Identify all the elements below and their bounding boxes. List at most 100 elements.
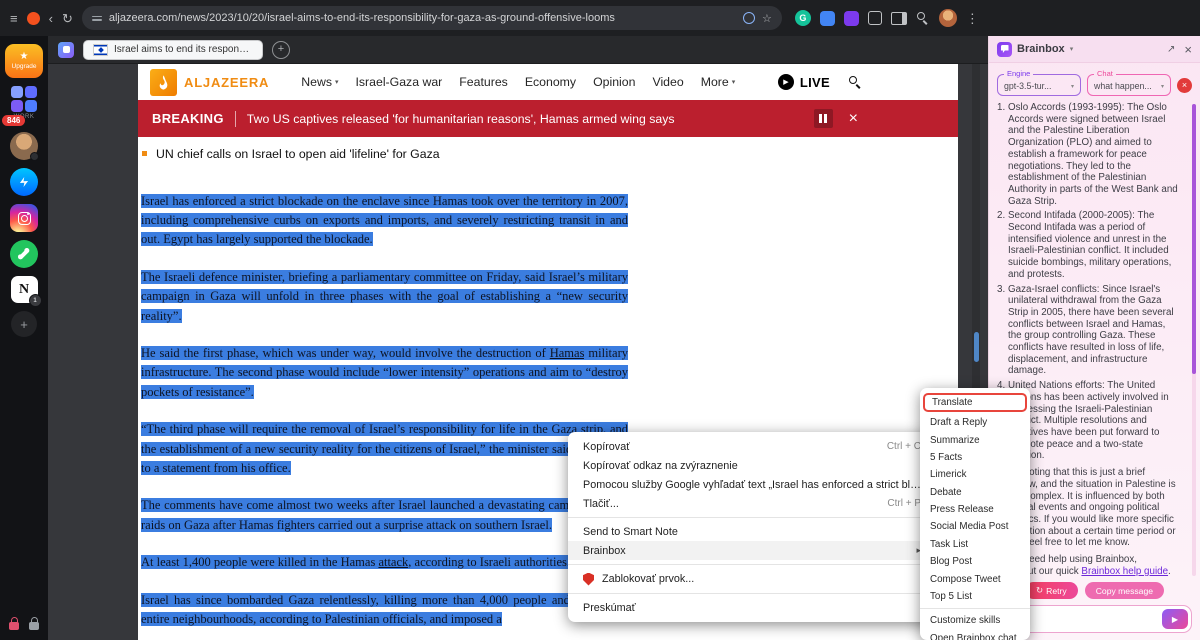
panel-scrollbar[interactable] — [1192, 104, 1196, 374]
instagram-icon[interactable] — [10, 204, 38, 232]
whatsapp-phone-icon — [18, 248, 29, 259]
submenu-item-limerick[interactable]: Limerick — [920, 466, 1030, 483]
nav-item-opinion[interactable]: Opinion — [593, 75, 635, 89]
expand-icon[interactable]: ↗ — [1167, 44, 1175, 55]
shield-icon — [583, 573, 594, 586]
menu-item-inspect[interactable]: Preskúmať — [568, 598, 936, 617]
menu-item-google-search[interactable]: Pomocou služby Google vyhľadať text „Isr… — [568, 475, 936, 494]
extension-icon-blue[interactable] — [820, 11, 835, 26]
site-info-icon[interactable] — [92, 13, 102, 23]
scrollbar-thumb[interactable] — [974, 332, 979, 362]
breaking-headline[interactable]: Two US captives released 'for humanitari… — [247, 112, 675, 126]
workspace-work[interactable]: WORK 846 — [11, 86, 37, 120]
workspace-grid-icon — [11, 86, 37, 112]
context-menu: Kopírovať Ctrl + C Kopírovať odkaz na zv… — [568, 432, 936, 622]
close-chat-button[interactable]: × — [1177, 78, 1192, 93]
submenu-item-top-5-list[interactable]: Top 5 List — [920, 588, 1030, 605]
menu-item-block-element[interactable]: Zablokovať prvok... — [568, 569, 936, 589]
nav-item-features[interactable]: Features — [459, 75, 508, 89]
messenger-icon[interactable] — [10, 168, 38, 196]
submenu-item-5-facts[interactable]: 5 Facts — [920, 449, 1030, 466]
response-list-item: 2. Second Intifada (2000-2005): The Seco… — [997, 210, 1178, 280]
menu-item-print[interactable]: Tlačiť... Ctrl + P — [568, 494, 936, 513]
nav-item-news[interactable]: News▾ — [301, 75, 338, 89]
url-bar[interactable]: aljazeera.com/news/2023/10/20/israel-aim… — [82, 6, 782, 30]
nav-item-economy[interactable]: Economy — [525, 75, 576, 89]
submenu-item-translate[interactable]: Translate — [923, 393, 1027, 412]
close-panel-icon[interactable]: × — [1184, 43, 1192, 56]
bullet-icon — [142, 151, 147, 156]
whatsapp-icon[interactable] — [10, 240, 38, 268]
submenu-item-customize-skills[interactable]: Customize skills — [920, 612, 1030, 629]
menu-dots-icon[interactable]: ⋮ — [966, 12, 979, 25]
star-icon: ★ — [20, 52, 29, 62]
bookmark-star-icon[interactable]: ☆ — [762, 12, 772, 25]
site-nav: News▾ Israel-Gaza war Features Economy O… — [301, 75, 735, 89]
brainbox-extension-icon[interactable] — [844, 11, 859, 26]
highlight-chip-row: Israel aims to end its responsib... + — [48, 36, 988, 64]
submenu-item-task-list[interactable]: Task List — [920, 536, 1030, 553]
side-panel-icon[interactable] — [891, 12, 907, 25]
send-button[interactable]: ▶ — [1162, 609, 1188, 629]
brainbox-panel-header: Brainbox ▾ ↗ × — [989, 36, 1200, 63]
submenu-item-debate[interactable]: Debate — [920, 484, 1030, 501]
news-bullet-item[interactable]: UN chief calls on Israel to open aid 'li… — [141, 147, 958, 161]
browser-toolbar: ≡ ‹ ↻ aljazeera.com/news/2023/10/20/isra… — [0, 0, 1200, 36]
submenu-item-compose-tweet[interactable]: Compose Tweet — [920, 570, 1030, 587]
menu-icon[interactable]: ≡ — [10, 12, 18, 25]
grammarly-extension-icon[interactable]: G — [795, 10, 811, 26]
search-icon[interactable] — [916, 11, 930, 25]
url-text: aljazeera.com/news/2023/10/20/israel-aim… — [109, 12, 736, 24]
chevron-down-icon[interactable]: ▾ — [1070, 45, 1074, 53]
submenu-item-summarize[interactable]: Summarize — [920, 431, 1030, 448]
attack-link[interactable]: attack — [378, 555, 408, 569]
help-link[interactable]: Brainbox help guide — [1081, 566, 1168, 577]
copy-message-button[interactable]: Copy message — [1085, 582, 1164, 599]
hamas-link[interactable]: Hamas — [550, 346, 585, 360]
menu-item-copy-highlight-link[interactable]: Kopírovať odkaz na zvýraznenie — [568, 456, 936, 475]
chat-label: Chat — [1094, 70, 1116, 78]
article-paragraph: At least 1,400 people were killed in the… — [141, 553, 628, 572]
google-lens-icon[interactable] — [743, 12, 755, 24]
submenu-item-press-release[interactable]: Press Release — [920, 501, 1030, 518]
aljazeera-logo-icon[interactable] — [150, 69, 177, 96]
chat-select[interactable]: Chat what happen... ▾ — [1087, 74, 1171, 96]
site-search-icon[interactable] — [848, 75, 862, 89]
highlight-chip[interactable]: Israel aims to end its responsib... — [83, 40, 263, 60]
submenu-item-open-brainbox-chat[interactable]: Open Brainbox chat — [920, 630, 1030, 640]
menu-divider — [568, 517, 936, 518]
submenu-item-draft-a-reply[interactable]: Draft a Reply — [920, 414, 1030, 431]
highlighter-extension-icon[interactable] — [58, 42, 74, 58]
engine-label: Engine — [1004, 70, 1033, 78]
nav-item-israel-gaza-war[interactable]: Israel-Gaza war — [355, 75, 442, 89]
submenu-item-social-media-post[interactable]: Social Media Post — [920, 518, 1030, 535]
submenu-item-blog-post[interactable]: Blog Post — [920, 553, 1030, 570]
nav-item-video[interactable]: Video — [652, 75, 683, 89]
lock-icon-red[interactable] — [9, 622, 19, 630]
aljazeera-wordmark[interactable]: ALJAZEERA — [184, 75, 269, 90]
add-app-button[interactable]: + — [11, 311, 37, 337]
notion-icon[interactable]: N 1 — [11, 276, 38, 303]
extensions-puzzle-icon[interactable] — [868, 11, 882, 25]
menu-item-brainbox[interactable]: Brainbox ▸ — [568, 541, 936, 560]
engine-value: gpt-3.5-tur... — [1004, 81, 1068, 91]
live-button[interactable]: ▶ LIVE — [778, 74, 830, 90]
menu-item-copy[interactable]: Kopírovať Ctrl + C — [568, 437, 936, 456]
add-highlight-button[interactable]: + — [272, 41, 290, 59]
divider — [235, 111, 236, 127]
profile-avatar[interactable] — [939, 9, 957, 27]
browser-profile-icon[interactable] — [27, 12, 40, 25]
user-avatar[interactable] — [10, 132, 38, 160]
play-icon: ▶ — [778, 74, 794, 90]
refresh-icon[interactable]: ↻ — [62, 12, 73, 25]
retry-button[interactable]: ↻Retry — [1025, 582, 1078, 599]
nav-item-more[interactable]: More▾ — [701, 75, 736, 89]
brainbox-submenu: Translate Draft a Reply Summarize 5 Fact… — [920, 388, 1030, 640]
pause-button[interactable] — [814, 109, 833, 128]
lock-icon-gray[interactable] — [29, 622, 39, 630]
engine-select[interactable]: Engine gpt-3.5-tur... ▾ — [997, 74, 1081, 96]
close-breaking-button[interactable]: × — [849, 111, 858, 127]
upgrade-button[interactable]: ★ Upgrade — [5, 44, 43, 78]
back-icon[interactable]: ‹ — [49, 12, 53, 25]
menu-item-send-to-smart-note[interactable]: Send to Smart Note — [568, 522, 936, 541]
